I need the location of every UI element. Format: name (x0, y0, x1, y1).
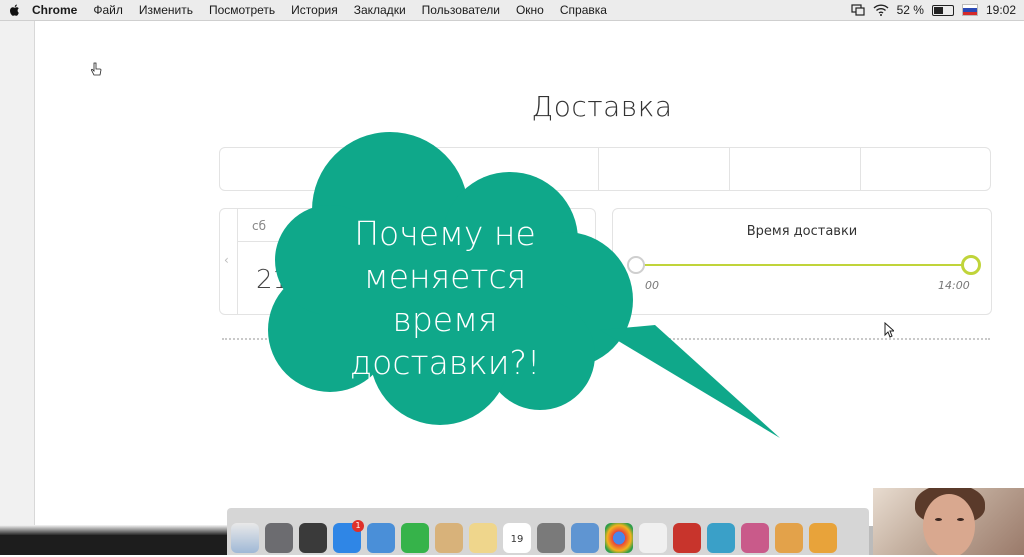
eye (935, 518, 942, 521)
battery-level-fill (933, 6, 944, 14)
time-range-track[interactable] (635, 264, 971, 266)
app-store-icon[interactable]: 1 (333, 520, 364, 553)
chrome-icon[interactable] (605, 523, 633, 553)
time-max-label: 14:00 (938, 279, 970, 292)
notification-badge: 1 (352, 520, 364, 532)
webcam-video (873, 488, 1024, 555)
arrow-cursor-icon (884, 322, 894, 338)
address-street-field[interactable] (220, 148, 599, 190)
day-name: сб (252, 219, 266, 233)
macos-dock: 1 19 (227, 508, 869, 555)
yandex-browser-icon[interactable] (639, 523, 667, 553)
time-range-min-handle[interactable] (627, 256, 645, 274)
menu-edit[interactable]: Изменить (139, 3, 193, 17)
notes-icon[interactable] (469, 523, 497, 553)
photo-app-icon[interactable] (571, 523, 599, 553)
russian-flag-icon[interactable] (961, 4, 978, 16)
menu-bookmarks[interactable]: Закладки (354, 3, 406, 17)
calendar-icon[interactable]: 19 (503, 523, 531, 553)
background-strip-dark (0, 535, 227, 555)
status-area: 52 % 19:02 (851, 0, 1016, 20)
delivery-time-title: Время доставки (746, 224, 858, 239)
callout-text: Почему не меняется время доставки?! (349, 214, 541, 382)
face (923, 494, 975, 555)
menu-help[interactable]: Справка (560, 3, 607, 17)
background-strip (0, 525, 227, 535)
facetime-icon[interactable] (401, 523, 429, 553)
system-preferences-icon[interactable] (537, 523, 565, 553)
menu-window[interactable]: Окно (516, 3, 544, 17)
address-fields-row (219, 147, 991, 191)
address-house-field[interactable] (599, 148, 730, 190)
menu-users[interactable]: Пользователи (422, 3, 500, 17)
image-app-icon[interactable] (707, 523, 735, 553)
time-min-label: 00 (645, 279, 659, 292)
menu-app-name[interactable]: Chrome (32, 3, 77, 17)
chevron-left-icon[interactable]: ‹ (224, 253, 229, 267)
battery-icon[interactable] (931, 4, 954, 16)
day-number: 21 (256, 265, 290, 295)
macos-menu-bar: Chrome Файл Изменить Посмотреть История … (0, 0, 1024, 21)
address-apartment-field[interactable] (730, 148, 861, 190)
eye (957, 518, 964, 521)
finder-icon[interactable] (231, 523, 259, 553)
launchpad-icon[interactable] (265, 523, 293, 553)
apple-icon[interactable] (8, 3, 22, 17)
menu-view[interactable]: Посмотреть (209, 3, 275, 17)
hand-cursor-icon (91, 62, 102, 76)
screen-mirroring-icon[interactable] (851, 4, 865, 16)
clock[interactable]: 19:02 (986, 3, 1016, 17)
contacts-icon[interactable] (435, 523, 463, 553)
wifi-icon[interactable] (873, 4, 889, 16)
photo-booth-icon[interactable] (673, 523, 701, 553)
time-range-max-handle[interactable] (961, 255, 981, 275)
divider (238, 241, 324, 242)
date-option[interactable]: сб 21 (237, 209, 325, 314)
address-extra-field[interactable] (861, 148, 990, 190)
menu-file[interactable]: Файл (93, 3, 123, 17)
battery-percent[interactable]: 52 % (897, 3, 924, 17)
page-title: Доставка (531, 90, 673, 123)
delivery-time-panel: Время доставки 00 14:00 (612, 208, 992, 315)
preview-icon[interactable] (367, 523, 395, 553)
photos-app-icon[interactable] (741, 523, 769, 553)
color-app-icon[interactable] (775, 523, 803, 553)
ibooks-icon[interactable] (809, 523, 837, 553)
menu-history[interactable]: История (291, 3, 338, 17)
dashboard-icon[interactable] (299, 523, 327, 553)
